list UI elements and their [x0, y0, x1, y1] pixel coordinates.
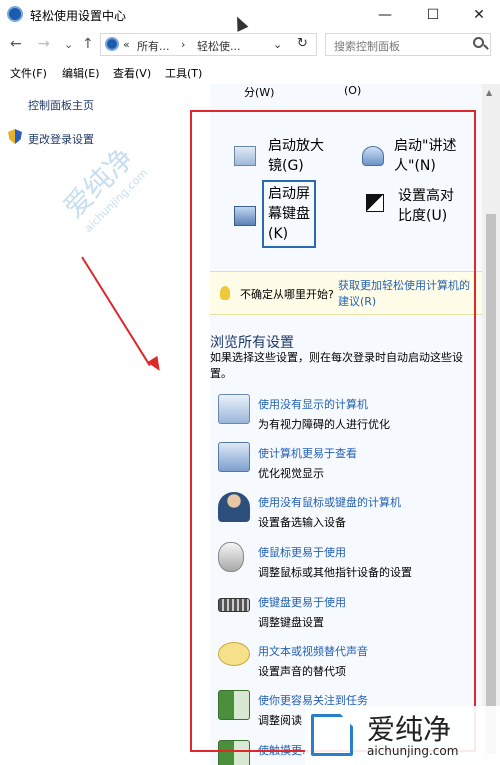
minimize-button[interactable]: — [362, 4, 408, 26]
corner-watermark: 爱纯净 aichunjing.com [305, 706, 500, 765]
change-login-settings-link[interactable]: 更改登录设置 [28, 131, 94, 147]
get-recommendations-link[interactable]: 获取更加轻松使用计算机的建议(R) [338, 278, 476, 310]
onscreen-keyboard-icon [234, 206, 256, 226]
truncated-item-label[interactable]: 分(W) [244, 84, 274, 100]
touch-icon [218, 740, 250, 765]
recent-locations-button[interactable]: ⌄ [64, 38, 73, 51]
set-high-contrast-link[interactable]: 设置高对 比度(U) [398, 186, 454, 226]
close-button[interactable]: ✕ [456, 4, 500, 26]
title-bar: 轻松使用设置中心 — ☐ ✕ [0, 0, 500, 30]
tool-label: 比度(U) [398, 208, 448, 224]
back-button[interactable]: ← [10, 36, 22, 52]
up-button[interactable]: ↑ [82, 36, 94, 52]
setting-link-no-display[interactable]: 使用没有显示的计算机 [258, 396, 368, 412]
setting-link-sound-alternatives[interactable]: 用文本或视频替代声音 [258, 643, 368, 659]
mouse-icon [218, 542, 244, 572]
setting-link-keyboard[interactable]: 使键盘更易于使用 [258, 594, 346, 610]
keyboard-icon [218, 598, 250, 612]
high-contrast-icon [366, 194, 384, 212]
setting-link-easier-to-see[interactable]: 使计算机更易于查看 [258, 445, 357, 461]
tool-label: 幕键盘 [268, 206, 310, 222]
monitor-icon [218, 394, 250, 424]
watermark-text: 爱纯净 [367, 713, 452, 746]
tool-label: 设置高对 [398, 188, 454, 204]
breadcrumb-separator: › [181, 38, 186, 51]
menu-file[interactable]: 文件(F) [10, 65, 47, 81]
setting-description: 调整鼠标或其他指针设备的设置 [258, 566, 412, 579]
setting-link-no-mouse-keyboard[interactable]: 使用没有鼠标或键盘的计算机 [258, 494, 401, 510]
setting-description: 设置备选输入设备 [258, 516, 346, 529]
control-panel-icon [7, 6, 23, 22]
setting-link-mouse[interactable]: 使鼠标更易于使用 [258, 544, 346, 560]
scroll-up-arrow-icon[interactable]: ▲ [486, 88, 492, 97]
breadcrumb-all-items[interactable]: 所有... [137, 38, 170, 54]
setting-description: 设置声音的替代项 [258, 665, 346, 678]
breadcrumb-overflow[interactable]: « [123, 38, 130, 51]
tip-banner: 不确定从哪里开始? 获取更加轻松使用计算机的建议(R) [210, 271, 482, 315]
setting-description: 为有视力障碍的人进行优化 [258, 418, 390, 431]
watermark-url: aichunjing.com [367, 744, 459, 758]
section-description: 如果选择这些设置，则在每次登录时自动启动这些设置。 [210, 351, 463, 380]
tool-label: (K) [268, 226, 289, 242]
magnifier-icon [234, 146, 256, 166]
truncated-item-label[interactable]: (O) [344, 84, 361, 97]
search-box[interactable]: 搜索控制面板 [325, 33, 491, 56]
vertical-scrollbar[interactable]: ▲ [482, 84, 500, 765]
setting-description: 调整阅读 [258, 714, 302, 727]
lightbulb-icon [220, 286, 230, 300]
search-icon[interactable] [473, 37, 484, 48]
magnify-screen-icon [218, 442, 250, 472]
search-placeholder: 搜索控制面板 [334, 40, 400, 53]
control-panel-home-link[interactable]: 控制面板主页 [28, 97, 94, 113]
setting-description: 调整键盘设置 [258, 616, 324, 629]
section-title: 浏览所有设置 [210, 335, 294, 351]
refresh-button[interactable]: ↻ [297, 36, 308, 51]
address-dropdown-button[interactable]: ⌄ [273, 38, 282, 51]
tool-label: 启动放大 [268, 138, 324, 154]
navigation-bar: ← → ⌄ ↑ « 所有... › 轻松使... ⌄ ↻ 搜索控制面板 [0, 30, 500, 60]
focus-icon [218, 690, 250, 720]
menu-edit[interactable]: 编辑(E) [62, 65, 100, 81]
tip-text: 不确定从哪里开始? [240, 288, 334, 301]
tool-label: 启动屏 [268, 186, 310, 202]
narrator-icon [362, 146, 384, 166]
tool-label: 镜(G) [268, 158, 304, 174]
scrollbar-thumb[interactable] [486, 214, 496, 754]
main-content: 分(W) (O) 启动放大 镜(G) 启动"讲述 人"(N) 启动屏 幕键盘 (… [210, 84, 482, 765]
start-magnifier-link[interactable]: 启动放大 镜(G) [268, 136, 324, 176]
person-icon [218, 492, 250, 522]
address-bar[interactable]: « 所有... › 轻松使... ⌄ ↻ [100, 33, 317, 56]
speech-bubble-icon [218, 642, 250, 666]
control-panel-icon [105, 37, 119, 51]
shield-icon [8, 129, 22, 144]
start-onscreen-keyboard-link[interactable]: 启动屏 幕键盘 (K) [262, 180, 316, 248]
tool-label: 启动"讲述 [394, 138, 457, 154]
menu-bar: 文件(F) 编辑(E) 查看(V) 工具(T) [0, 62, 500, 84]
forward-button[interactable]: → [38, 36, 50, 52]
window-title: 轻松使用设置中心 [30, 9, 127, 23]
setting-description: 优化视觉显示 [258, 467, 324, 480]
start-narrator-link[interactable]: 启动"讲述 人"(N) [394, 136, 456, 176]
menu-tools[interactable]: 工具(T) [165, 65, 202, 81]
tool-label: 人"(N) [394, 158, 436, 174]
menu-view[interactable]: 查看(V) [113, 65, 151, 81]
breadcrumb-ease-of-access[interactable]: 轻松使... [197, 38, 241, 54]
watermark-logo-icon [311, 714, 353, 756]
maximize-button[interactable]: ☐ [410, 4, 456, 26]
